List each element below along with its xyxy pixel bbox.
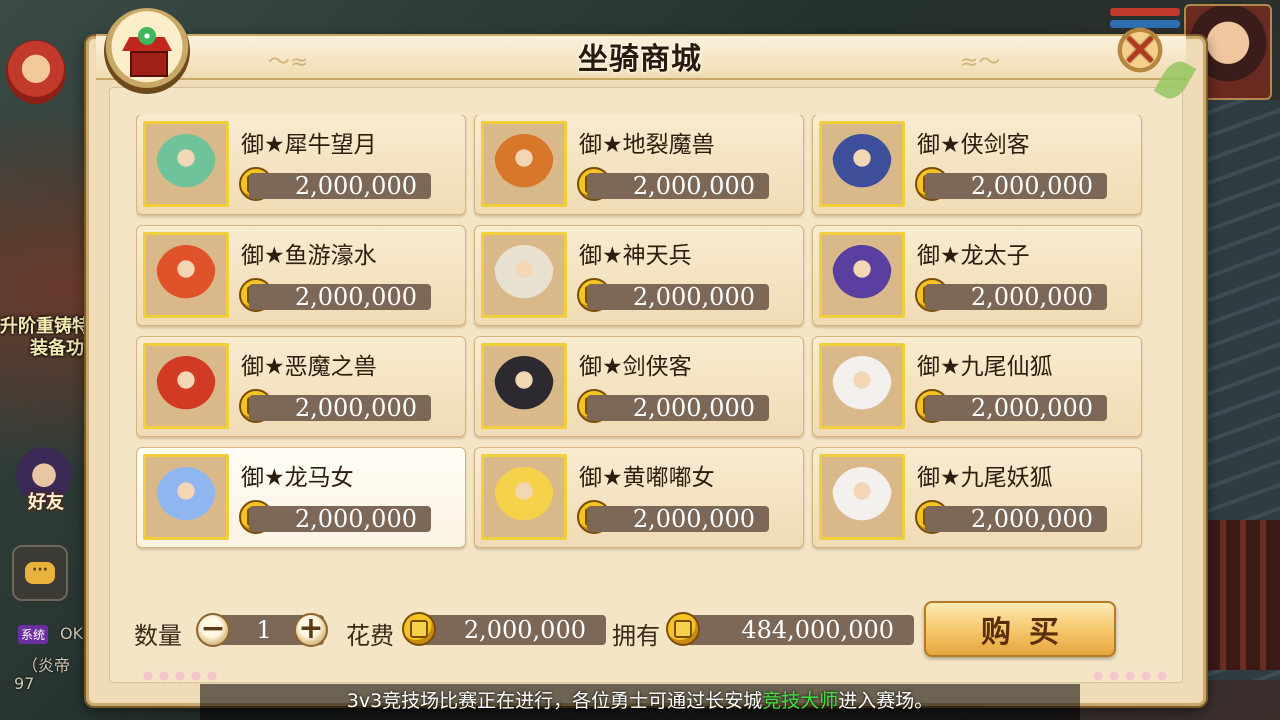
mount-card[interactable]: 御★剑侠客 2,000,000 [474,336,804,437]
shop-icon [104,8,190,94]
mount-card[interactable]: 御★犀牛望月 2,000,000 [136,115,466,215]
mount-name: 御★九尾仙狐 [917,354,1053,380]
system-partial-text: OK [60,624,84,643]
window-lattice [1200,520,1280,670]
mount-thumbnail [481,121,567,207]
owned-value: 484,000,000 [684,615,914,645]
mount-price: 2,000,000 [925,395,1107,421]
mount-card[interactable]: 御★龙太子 2,000,000 [812,225,1142,326]
mount-card[interactable]: 御★地裂魔兽 2,000,000 [474,115,804,215]
mount-figure [494,467,554,527]
mount-thumbnail [143,454,229,540]
mount-price: 2,000,000 [925,173,1107,199]
mount-thumbnail [481,232,567,318]
mount-price: 2,000,000 [925,506,1107,532]
mount-card[interactable]: 御★九尾仙狐 2,000,000 [812,336,1142,437]
buy-button[interactable]: 购买 [924,601,1116,657]
mount-name: 御★恶魔之兽 [241,354,377,380]
mount-list[interactable]: 2,000,000 2,000,000 2,000,000 御★犀牛望月 2,000,0… [136,115,1144,579]
mount-name: 御★地裂魔兽 [579,132,715,158]
mount-name: 御★龙太子 [917,243,1030,269]
mount-price: 2,000,000 [587,173,769,199]
mount-thumbnail [481,343,567,429]
mount-figure [832,467,892,527]
mount-name: 御★侠剑客 [917,132,1030,158]
mount-card[interactable]: 御★九尾妖狐 2,000,000 [812,447,1142,548]
chat-bubble-icon: ··· [25,562,55,584]
mount-thumbnail [819,121,905,207]
decrease-quantity-button[interactable]: − [196,613,230,647]
mount-card[interactable]: 御★神天兵 2,000,000 [474,225,804,326]
mount-figure [494,134,554,194]
close-button[interactable]: ✕ [1112,22,1168,78]
mount-thumbnail [481,454,567,540]
arena-master-link[interactable]: 竞技大师 [762,690,838,712]
mount-thumbnail [143,343,229,429]
mount-name: 御★九尾妖狐 [917,465,1053,491]
mount-grid: 2,000,000 2,000,000 2,000,000 御★犀牛望月 2,000,0… [136,115,1142,548]
friends-label[interactable]: 好友 [28,488,64,514]
mount-price: 2,000,000 [249,506,431,532]
marquee-text-after: 进入赛场。 [838,690,934,712]
mount-price: 2,000,000 [587,395,769,421]
side-small-text-1: （炎帝 [22,656,71,675]
mount-thumbnail [143,232,229,318]
mount-figure [494,245,554,305]
mount-price: 2,000,000 [249,173,431,199]
blossom-ornament-right [1090,668,1170,688]
mount-name: 御★犀牛望月 [241,132,377,158]
marquee-text-before: 3v3竞技场比赛正在进行，各位勇士可通过长安城 [346,690,763,712]
mount-card[interactable]: 御★龙马女 2,000,000 [136,447,466,548]
mount-figure [832,356,892,416]
cost-label: 花费 [346,622,394,650]
mount-price: 2,000,000 [249,395,431,421]
chat-button[interactable]: ··· [12,545,68,601]
mount-thumbnail [819,343,905,429]
mount-thumbnail [819,454,905,540]
quantity-value[interactable]: 1 [232,615,296,645]
quantity-label: 数量 [134,622,182,650]
cost-coin-icon [402,612,436,646]
mount-price: 2,000,000 [249,284,431,310]
mount-figure [494,356,554,416]
mount-name: 御★鱼游濠水 [241,243,377,269]
close-icon: ✕ [1120,23,1160,77]
dialog-title: 坐骑商城 [578,42,702,77]
hp-bar [1110,8,1180,16]
mount-figure [832,245,892,305]
mount-name: 御★龙马女 [241,465,354,491]
mount-price: 2,000,000 [587,506,769,532]
mount-name: 御★剑侠客 [579,354,692,380]
owned-label: 拥有 [612,622,660,650]
mount-name: 御★神天兵 [579,243,692,269]
mount-figure [156,245,216,305]
owned-coin-icon [666,612,700,646]
mount-price: 2,000,000 [587,284,769,310]
mount-name: 御★黄嘟嘟女 [579,465,715,491]
increase-quantity-button[interactable]: + [294,613,328,647]
announcement-marquee: 3v3竞技场比赛正在进行，各位勇士可通过长安城竞技大师进入赛场。 [0,686,1280,716]
mount-price: 2,000,000 [925,284,1107,310]
mount-card[interactable]: 御★鱼游濠水 2,000,000 [136,225,466,326]
mount-card[interactable]: 御★侠剑客 2,000,000 [812,115,1142,215]
mount-figure [832,134,892,194]
mount-card[interactable]: 御★恶魔之兽 2,000,000 [136,336,466,437]
cost-value: 2,000,000 [420,615,606,645]
shop-pavilion-icon [122,27,172,77]
mount-thumbnail [819,232,905,318]
mount-card[interactable]: 御★黄嘟嘟女 2,000,000 [474,447,804,548]
mount-figure [156,467,216,527]
mount-figure [156,134,216,194]
mount-thumbnail [143,121,229,207]
system-tag: 系统 [18,625,49,644]
mount-figure [156,356,216,416]
